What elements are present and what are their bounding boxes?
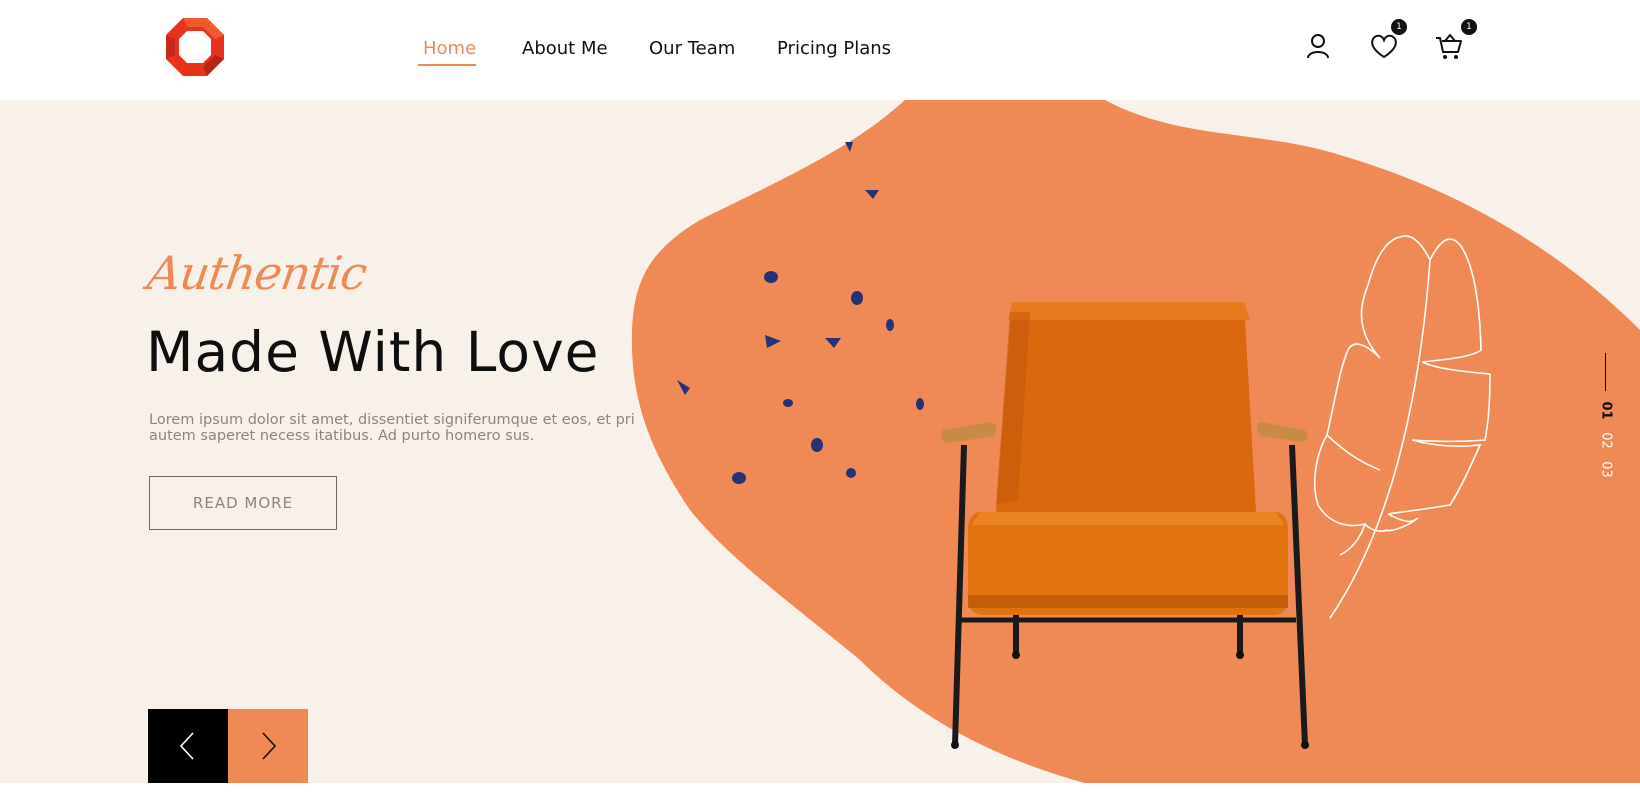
heart-icon[interactable] — [1368, 30, 1400, 62]
read-more-button[interactable]: READ MORE — [149, 476, 337, 530]
nav-our-team[interactable]: Our Team — [649, 38, 735, 59]
next-slide-button[interactable] — [228, 709, 308, 783]
site-header: Home About Me Our Team Pricing Plans 1 1 — [0, 0, 1640, 100]
cart-badge: 1 — [1461, 19, 1477, 35]
octagon-ring-logo-icon[interactable] — [166, 18, 224, 76]
slide-dot-2[interactable]: 02 — [1599, 429, 1614, 453]
hero-headline: Made With Love — [146, 320, 600, 384]
prev-slide-button[interactable] — [148, 709, 228, 783]
hero-section: Authentic Made With Love Lorem ipsum dol… — [0, 100, 1640, 783]
slide-dot-3[interactable]: 03 — [1599, 458, 1614, 482]
nav-active-underline — [418, 64, 476, 66]
hero-description: Lorem ipsum dolor sit amet, dissentiet s… — [149, 412, 635, 444]
chevron-left-icon — [179, 732, 194, 760]
cart-icon[interactable] — [1433, 30, 1465, 62]
nav-home[interactable]: Home — [423, 38, 476, 59]
wishlist-badge: 1 — [1391, 19, 1407, 35]
slide-dot-1[interactable]: 01 — [1599, 399, 1614, 423]
user-icon[interactable] — [1302, 30, 1334, 62]
page-bottom-strip — [0, 783, 1640, 810]
slide-indicator-line — [1605, 353, 1606, 391]
nav-about-me[interactable]: About Me — [522, 38, 608, 59]
hero-eyebrow: Authentic — [144, 246, 370, 300]
nav-pricing-plans[interactable]: Pricing Plans — [777, 38, 891, 59]
chevron-right-icon — [262, 732, 277, 760]
